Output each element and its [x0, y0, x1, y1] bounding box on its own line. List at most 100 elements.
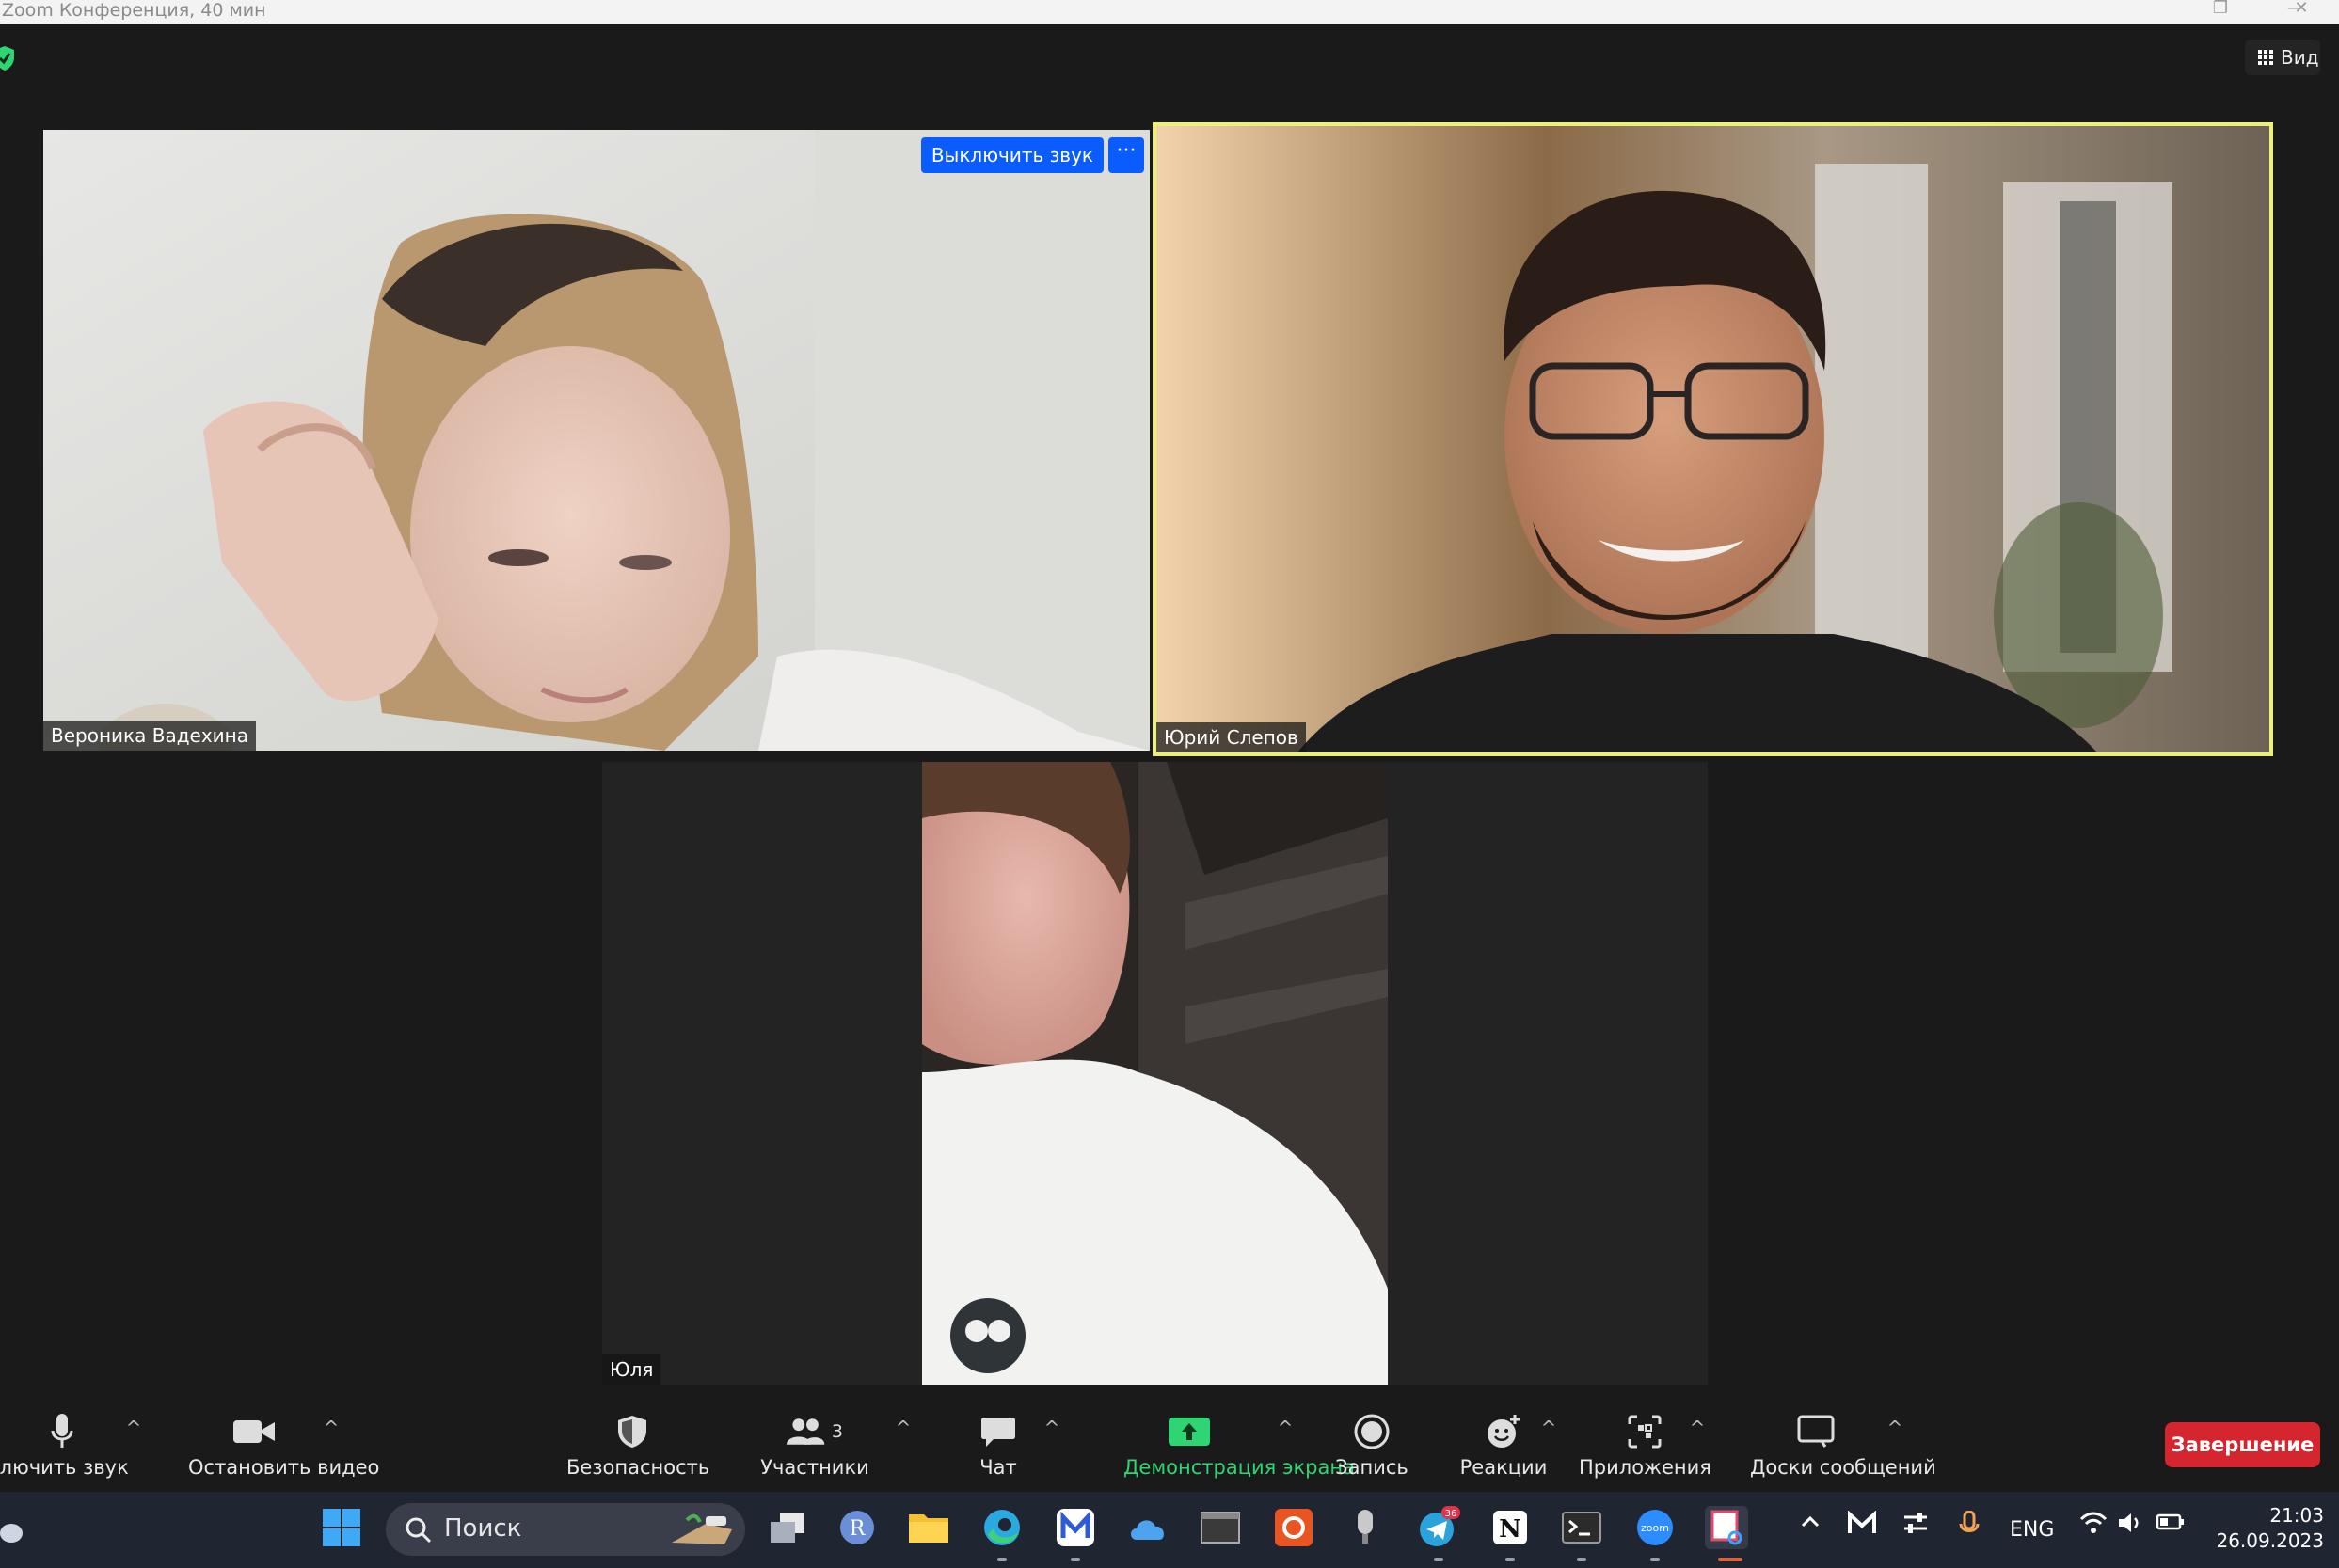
running-indicator — [997, 1558, 1007, 1561]
apps-options-caret[interactable]: ^ — [1686, 1417, 1709, 1439]
video-label: Остановить видео — [188, 1456, 380, 1479]
start-button[interactable] — [320, 1506, 363, 1549]
system-clock[interactable]: 21:03 26.09.2023 — [2211, 1503, 2324, 1554]
reactions-button[interactable]: Реакции — [1460, 1400, 1547, 1492]
participant-name: Вероника Вадехина — [43, 721, 256, 751]
tray-volume[interactable] — [2117, 1511, 2143, 1541]
telegram-icon: 36 — [1420, 1506, 1460, 1546]
active-indicator — [1718, 1558, 1742, 1561]
console-window-icon — [1201, 1512, 1240, 1544]
running-indicator — [1650, 1558, 1660, 1561]
os-taskbar: Поиск R 36 N zoom ENG 21:03 26.09.2023 — [0, 1492, 2339, 1568]
telegram-badge: 36 — [1445, 1509, 1457, 1519]
whiteboards-options-caret[interactable]: ^ — [1884, 1417, 1906, 1439]
folder-icon — [909, 1514, 948, 1543]
participants-button[interactable]: 3 Участники — [760, 1400, 869, 1492]
participant-video — [1156, 126, 2269, 752]
sliders-icon — [1904, 1513, 1927, 1533]
taskbar-terminal[interactable] — [1560, 1506, 1603, 1549]
audio-options-caret[interactable]: ^ — [122, 1417, 145, 1439]
participant-video — [922, 762, 1388, 1385]
wifi-icon — [2079, 1512, 2108, 1533]
chat-options-caret[interactable]: ^ — [1041, 1417, 1063, 1439]
record-button[interactable]: Запись — [1335, 1400, 1408, 1492]
smiley-icon — [1488, 1415, 1520, 1448]
share-screen-button[interactable]: Демонстрация экрана — [1123, 1400, 1355, 1492]
tray-microphone[interactable] — [1959, 1510, 1980, 1544]
whiteboards-button[interactable]: Доски сообщений — [1750, 1400, 1936, 1492]
security-shield-icon[interactable] — [0, 45, 15, 71]
grid-icon — [2258, 50, 2273, 65]
more-options-button[interactable]: ··· — [1108, 137, 1144, 173]
record-label: Запись — [1335, 1456, 1408, 1479]
mute-participant-button[interactable]: Выключить звук — [920, 137, 1104, 173]
chat-label: Чат — [979, 1456, 1017, 1479]
taskbar-app-r[interactable]: R — [835, 1506, 879, 1549]
window-title: Zoom Конференция, 40 мин — [2, 0, 266, 21]
apps-button[interactable]: Приложения — [1579, 1400, 1711, 1492]
tray-wifi[interactable] — [2079, 1511, 2108, 1541]
stop-video-button[interactable]: Остановить видео — [188, 1400, 379, 1492]
taskbar-terminal-window[interactable] — [1199, 1506, 1242, 1549]
video-camera-icon — [233, 1420, 275, 1443]
participants-icon — [787, 1418, 825, 1445]
video-options-caret[interactable]: ^ — [320, 1417, 342, 1439]
clock-date: 26.09.2023 — [2216, 1529, 2324, 1552]
tray-settings[interactable] — [1902, 1511, 1929, 1541]
participant-tile-yulia[interactable]: Юля — [602, 762, 1708, 1385]
reactions-options-caret[interactable]: ^ — [1537, 1417, 1560, 1439]
taskbar-onedrive[interactable] — [1125, 1506, 1169, 1549]
view-label: Вид — [2281, 46, 2319, 69]
meeting-controls: Выключить звук ^ Остановить видео ^ Безо… — [0, 1400, 2339, 1492]
share-options-caret[interactable]: ^ — [1274, 1417, 1297, 1439]
weather-icon[interactable] — [0, 1514, 28, 1546]
participant-tile-veronika[interactable]: Выключить звук ··· Вероника Вадехина — [43, 130, 1150, 751]
participant-tile-yuriy[interactable]: Юрий Слепов — [1153, 122, 2273, 756]
security-label: Безопасность — [566, 1456, 710, 1479]
microphone-in-use-icon — [1959, 1510, 1980, 1532]
terminal-icon — [1562, 1512, 1601, 1544]
taskbar-search[interactable]: Поиск — [386, 1503, 745, 1556]
mute-label: Выключить звук — [0, 1456, 129, 1479]
battery-icon — [2156, 1513, 2184, 1530]
chat-bubble-icon — [981, 1418, 1015, 1447]
microphone-icon — [51, 1414, 73, 1448]
end-meeting-button[interactable]: Завершение — [2165, 1422, 2320, 1467]
m-app-icon — [1057, 1509, 1094, 1546]
search-highlight-illustration-icon — [672, 1513, 732, 1544]
participant-video — [43, 130, 1150, 751]
snipping-tool-icon — [1710, 1510, 1742, 1545]
view-button[interactable]: Вид — [2245, 40, 2320, 75]
meeting-area: Вид Выключить звук ··· Вероника Вадехина… — [0, 24, 2339, 1400]
tray-m-app[interactable] — [1848, 1510, 1876, 1541]
close-button[interactable]: ✕ — [2267, 0, 2335, 24]
chat-button[interactable]: Чат — [970, 1400, 1026, 1492]
zoom-app-text: zoom — [1641, 1522, 1669, 1534]
taskbar-microphone-app[interactable] — [1344, 1506, 1387, 1549]
podcast-mic-icon — [1358, 1510, 1373, 1544]
taskbar-notion[interactable]: N — [1488, 1506, 1532, 1549]
share-screen-label: Демонстрация экрана — [1123, 1456, 1355, 1479]
language-indicator[interactable]: ENG — [2010, 1518, 2054, 1542]
notion-icon: N — [1493, 1511, 1527, 1544]
mute-button[interactable]: Выключить звук — [0, 1400, 129, 1492]
taskbar-telegram[interactable]: 36 — [1417, 1506, 1460, 1549]
task-view-button[interactable] — [766, 1506, 809, 1549]
security-button[interactable]: Безопасность — [566, 1400, 709, 1492]
participant-name: Юрий Слепов — [1156, 722, 1306, 752]
taskbar-app-m[interactable] — [1054, 1506, 1097, 1549]
cloud-icon — [1131, 1520, 1164, 1540]
restore-button[interactable]: ❐ — [2188, 0, 2253, 24]
taskbar-edge[interactable] — [980, 1506, 1024, 1549]
search-icon — [406, 1517, 432, 1544]
search-placeholder: Поиск — [444, 1514, 522, 1543]
ubuntu-icon — [1275, 1509, 1313, 1546]
tray-battery[interactable] — [2156, 1511, 2185, 1539]
edge-browser-icon — [984, 1510, 1020, 1545]
taskbar-zoom[interactable]: zoom — [1633, 1506, 1677, 1549]
taskbar-snipping-tool[interactable] — [1705, 1506, 1748, 1549]
participants-options-caret[interactable]: ^ — [892, 1417, 915, 1439]
show-hidden-icons-button[interactable] — [1799, 1511, 1822, 1539]
taskbar-file-explorer[interactable] — [907, 1506, 950, 1549]
taskbar-ubuntu[interactable] — [1272, 1506, 1315, 1549]
